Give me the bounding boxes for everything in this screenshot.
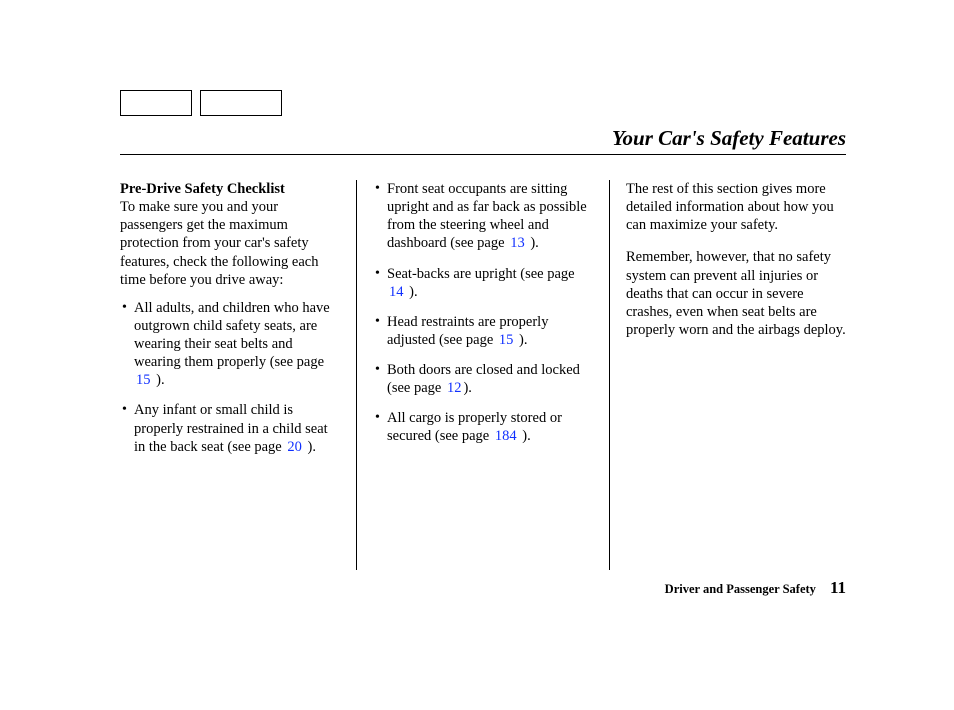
checklist-col1: All adults, and children who have outgro… bbox=[120, 299, 340, 456]
item-text-post: ). bbox=[153, 372, 165, 388]
item-text-post: ). bbox=[519, 428, 531, 444]
list-item: Head restraints are properly adjusted (s… bbox=[373, 313, 593, 349]
page-link[interactable]: 184 bbox=[495, 428, 517, 444]
column-2: Front seat occupants are sitting upright… bbox=[359, 180, 607, 570]
page-link[interactable]: 12 bbox=[447, 380, 462, 396]
page-link[interactable]: 15 bbox=[136, 372, 151, 388]
title-rule bbox=[120, 154, 846, 155]
footer-page-number: 11 bbox=[830, 578, 846, 598]
item-text-post: ). bbox=[463, 380, 471, 396]
item-text-post: ). bbox=[527, 235, 539, 251]
column-separator bbox=[609, 180, 610, 570]
document-page: Your Car's Safety Features Pre-Drive Saf… bbox=[0, 0, 954, 710]
item-text: All adults, and children who have outgro… bbox=[134, 300, 330, 370]
item-text-post: ). bbox=[406, 284, 418, 300]
intro-text: To make sure you and your passengers get… bbox=[120, 199, 318, 288]
checklist-col2: Front seat occupants are sitting upright… bbox=[373, 180, 593, 446]
list-item: Front seat occupants are sitting upright… bbox=[373, 180, 593, 253]
page-footer: Driver and Passenger Safety 11 bbox=[665, 578, 846, 598]
column-1: Pre-Drive Safety Checklist To make sure … bbox=[120, 180, 354, 570]
list-item: All adults, and children who have outgro… bbox=[120, 299, 340, 390]
paragraph: Remember, however, that no safety system… bbox=[626, 248, 846, 339]
page-title: Your Car's Safety Features bbox=[612, 126, 846, 151]
page-link[interactable]: 13 bbox=[510, 235, 525, 251]
paragraph: The rest of this section gives more deta… bbox=[626, 180, 846, 234]
list-item: Both doors are closed and locked (see pa… bbox=[373, 361, 593, 397]
item-text-post: ). bbox=[304, 439, 316, 455]
nav-box-2[interactable] bbox=[200, 90, 282, 116]
item-text: All cargo is properly stored or secured … bbox=[387, 410, 562, 444]
item-text: Front seat occupants are sitting upright… bbox=[387, 181, 587, 251]
list-item: Seat-backs are upright (see page 14 ). bbox=[373, 265, 593, 301]
column-3: The rest of this section gives more deta… bbox=[612, 180, 846, 570]
item-text-post: ). bbox=[515, 332, 527, 348]
item-text: Seat-backs are upright (see page bbox=[387, 266, 575, 282]
footer-section: Driver and Passenger Safety bbox=[665, 582, 816, 597]
nav-box-1[interactable] bbox=[120, 90, 192, 116]
list-item: Any infant or small child is properly re… bbox=[120, 401, 340, 455]
item-text: Both doors are closed and locked (see pa… bbox=[387, 362, 580, 396]
page-link[interactable]: 15 bbox=[499, 332, 514, 348]
page-link[interactable]: 14 bbox=[389, 284, 404, 300]
subhead: Pre-Drive Safety Checklist bbox=[120, 180, 340, 198]
top-nav-boxes bbox=[120, 90, 282, 116]
page-link[interactable]: 20 bbox=[287, 439, 302, 455]
list-item: All cargo is properly stored or secured … bbox=[373, 409, 593, 445]
column-separator bbox=[356, 180, 357, 570]
content-columns: Pre-Drive Safety Checklist To make sure … bbox=[120, 180, 846, 570]
